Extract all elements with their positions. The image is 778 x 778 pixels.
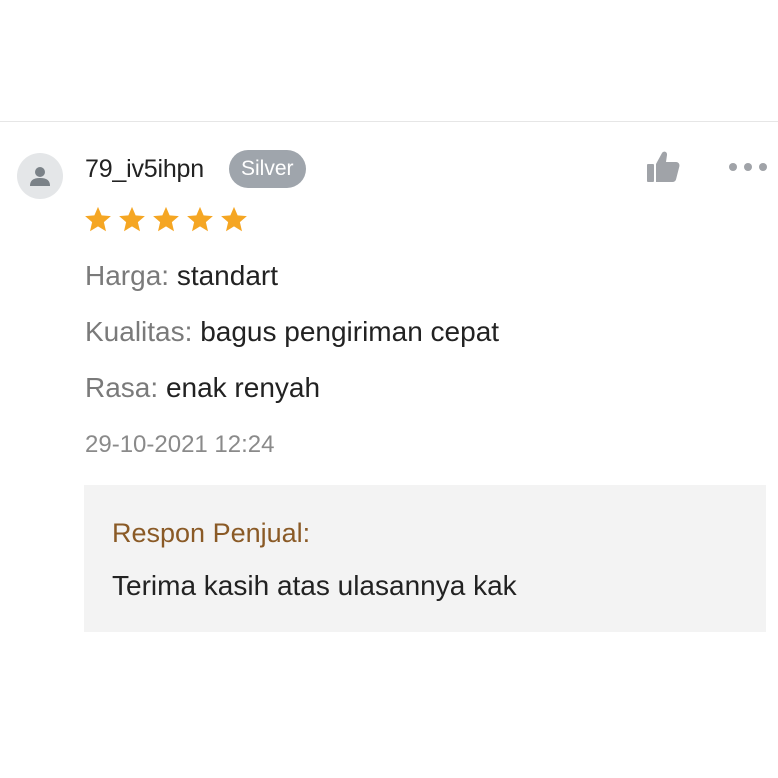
seller-response-text: Terima kasih atas ulasannya kak (112, 570, 517, 601)
detail-value: enak renyah (165, 372, 321, 403)
member-badge: Silver (229, 150, 306, 188)
more-options-icon[interactable] (727, 160, 769, 174)
top-divider (0, 121, 778, 122)
detail-key: Rasa: (85, 372, 159, 403)
star-icon (119, 206, 145, 232)
review-timestamp: 29-10-2021 12:24 (85, 431, 275, 458)
user-icon (30, 167, 50, 186)
detail-value: bagus pengiriman cepat (200, 316, 500, 347)
star-icon (85, 206, 111, 232)
review-detail-kualitas: Kualitas: bagus pengiriman cepat (85, 312, 499, 352)
reviewer-username: 79_iv5ihpn (85, 155, 204, 183)
review-detail-rasa: Rasa: enak renyah (85, 368, 320, 408)
rating-stars (83, 205, 249, 235)
avatar[interactable] (17, 153, 63, 199)
review-detail-harga: Harga: standart (85, 256, 278, 296)
detail-value: standart (176, 260, 278, 291)
star-icon (187, 206, 213, 232)
review-card: 79_iv5ihpn Silver Harga: standart Kualit… (0, 0, 778, 778)
star-icon (221, 206, 247, 232)
star-icon (153, 206, 179, 232)
thumbs-up-icon[interactable] (645, 149, 681, 185)
seller-response-title: Respon Penjual: (112, 518, 311, 548)
detail-key: Kualitas: (85, 316, 193, 347)
detail-key: Harga: (85, 260, 170, 291)
seller-response: Respon Penjual: Terima kasih atas ulasan… (84, 485, 766, 632)
